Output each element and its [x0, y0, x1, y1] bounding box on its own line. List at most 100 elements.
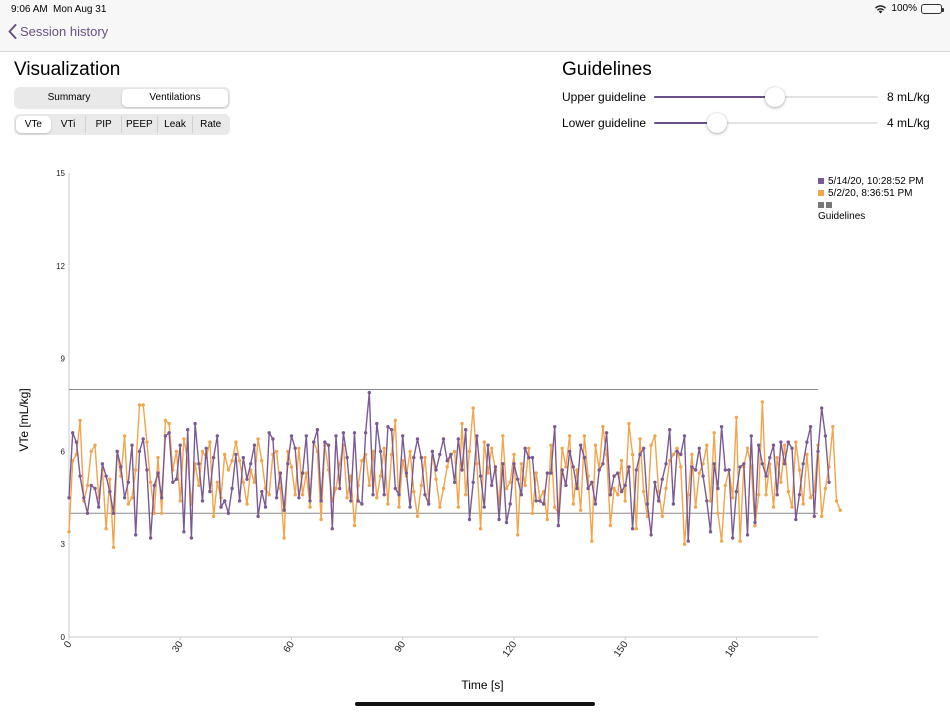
- series-2-point: [434, 477, 438, 481]
- tab-peep[interactable]: PEEP: [122, 116, 158, 133]
- series-1-point: [579, 443, 583, 447]
- series-1-point: [768, 455, 772, 460]
- series-1-point: [330, 527, 334, 531]
- series-1-point: [319, 499, 323, 503]
- series-1-point: [200, 499, 205, 503]
- series-1-point: [104, 474, 108, 478]
- series-1-point: [267, 431, 271, 435]
- series-1-point: [638, 452, 642, 457]
- series-2-point: [786, 489, 790, 494]
- series-1-point: [378, 449, 383, 454]
- series-1-point: [274, 496, 279, 500]
- series-2-point: [289, 465, 294, 469]
- series-2-point: [734, 415, 739, 420]
- series-2-point: [616, 493, 620, 497]
- lower-guideline-slider[interactable]: [654, 113, 878, 133]
- series-2-point: [623, 499, 627, 503]
- series-1-point: [475, 434, 479, 438]
- tab-pip[interactable]: PIP: [86, 116, 123, 133]
- series-1-point: [623, 483, 627, 488]
- tab-summary[interactable]: Summary: [16, 89, 122, 107]
- series-1-point: [608, 493, 613, 497]
- navigation-bar: Session history: [0, 18, 950, 52]
- back-label: Session history: [20, 24, 109, 39]
- series-2-point: [612, 486, 616, 491]
- series-1-point: [679, 452, 683, 457]
- series-1-point: [675, 449, 679, 454]
- series-2-point: [757, 493, 761, 497]
- series-1-point: [723, 468, 727, 472]
- legend-swatch-series1: [818, 178, 824, 184]
- series-2-point: [415, 514, 420, 519]
- series-1-point: [523, 446, 527, 450]
- series-1-point: [701, 474, 705, 478]
- status-right: 100%: [874, 3, 944, 14]
- series-1-point: [630, 527, 635, 531]
- series-1-point: [727, 468, 731, 472]
- series-2-point: [134, 468, 138, 472]
- series-2-point: [478, 527, 483, 531]
- series-2-point: [167, 421, 171, 426]
- series-1-point: [708, 530, 713, 534]
- series-2-point: [441, 486, 446, 491]
- tab-leak[interactable]: Leak: [158, 116, 194, 133]
- upper-guideline-slider[interactable]: [654, 87, 878, 107]
- series-1-point: [823, 434, 828, 438]
- tab-vti[interactable]: VTi: [51, 116, 87, 133]
- series-2-point: [671, 452, 676, 457]
- series-1-point: [775, 493, 779, 497]
- series-2-point: [638, 437, 642, 441]
- legend-swatch-series2: [818, 190, 824, 196]
- y-tick-label-2: 6: [61, 447, 66, 456]
- series-2-point: [397, 505, 401, 509]
- lower-guideline-thumb[interactable]: [706, 113, 727, 133]
- series-1-point: [512, 462, 516, 466]
- back-button[interactable]: Session history: [8, 24, 108, 39]
- series-1-point: [668, 428, 672, 432]
- series-2-point: [779, 480, 783, 484]
- series-2-point: [753, 523, 757, 528]
- series-1-point: [816, 449, 820, 454]
- series-1-point: [126, 480, 130, 484]
- series-1-point: [653, 480, 657, 484]
- upper-guideline-thumb[interactable]: [764, 87, 785, 107]
- series-2-point: [382, 446, 386, 450]
- series-2-point: [675, 446, 679, 450]
- series-2-point: [297, 446, 301, 450]
- series-1-point: [452, 480, 457, 484]
- x-tick-label-4: 120: [501, 639, 520, 659]
- series-1-point: [490, 483, 494, 488]
- series-2-point: [782, 443, 787, 447]
- tab-rate[interactable]: Rate: [193, 116, 228, 133]
- series-2-point: [293, 493, 297, 497]
- series-1-point: [241, 455, 245, 460]
- series-1-point: [308, 499, 312, 503]
- series-1-point: [567, 449, 572, 454]
- series-2-point: [122, 434, 127, 438]
- tab-ventilations[interactable]: Ventilations: [122, 89, 228, 107]
- series-1-point: [419, 455, 423, 460]
- series-1-point: [731, 536, 735, 540]
- tab-vte[interactable]: VTe: [16, 116, 51, 133]
- series-2-point: [360, 459, 364, 463]
- series-1-point: [812, 514, 816, 519]
- series-2-point: [582, 434, 587, 438]
- series-1-point: [130, 443, 134, 447]
- series-1-point: [541, 502, 546, 506]
- series-1-point: [134, 533, 138, 537]
- legend-label-series2: 5/2/20, 8:36:51 PM: [828, 187, 913, 199]
- y-tick-label-3: 9: [61, 355, 66, 364]
- series-1-point: [527, 455, 531, 460]
- series-2-point: [794, 440, 798, 444]
- series-2-point: [608, 523, 613, 528]
- series-2-point: [642, 489, 646, 494]
- series-1-point: [656, 499, 661, 503]
- series-1-point: [326, 443, 331, 447]
- series-2-point: [501, 434, 505, 438]
- series-1-point: [249, 462, 253, 466]
- vte-line-chart: 036912150 30 60 90 120 150 180Time [s]VTe [mL/…: [17, 169, 842, 692]
- series-2-point: [534, 471, 538, 475]
- series-1-point: [278, 471, 283, 475]
- series-1-point: [193, 421, 197, 426]
- series-2-point: [182, 437, 186, 441]
